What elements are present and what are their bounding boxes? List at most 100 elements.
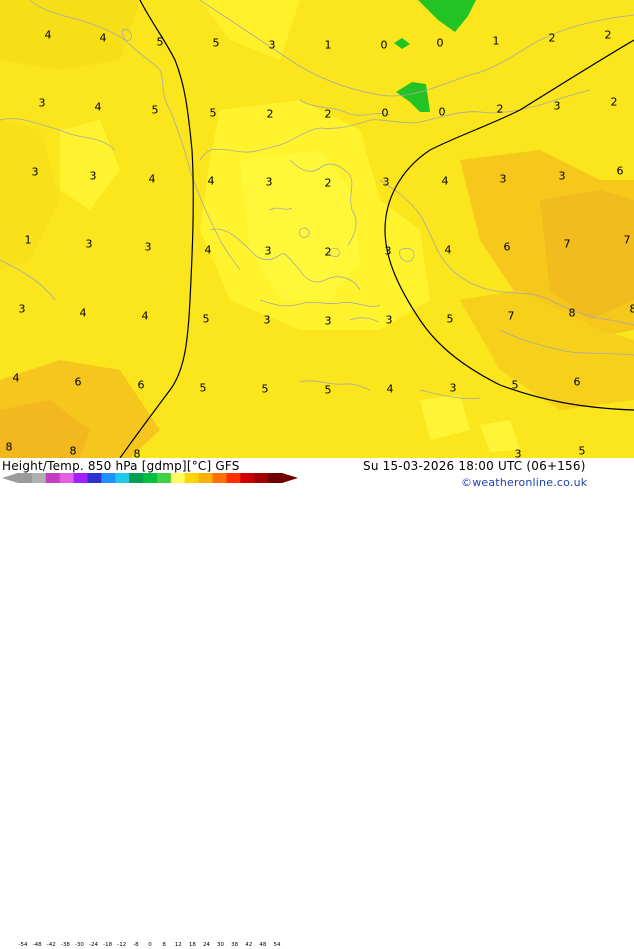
colorbar-tick-label: -54 — [19, 943, 28, 949]
colorbar-segment — [60, 473, 74, 483]
colorbar-segment — [129, 473, 143, 483]
colorbar-segment — [74, 473, 88, 483]
map-value-label: 7 — [564, 239, 571, 250]
map-value-label: 5 — [210, 108, 217, 119]
map-value-label: 8 — [70, 446, 77, 457]
map-value-label: 4 — [80, 308, 87, 319]
colorbar-segment — [199, 473, 213, 483]
map-value-label: 5 — [447, 314, 454, 325]
colorbar-tick-label: 48 — [259, 943, 266, 949]
colorbar-segment — [268, 473, 282, 483]
map-value-label: 6 — [504, 242, 511, 253]
map-value-label: 5 — [152, 105, 159, 116]
colorbar-segment — [171, 473, 185, 483]
map-value-label: 3 — [515, 449, 522, 459]
map-value-label: 2 — [549, 33, 556, 44]
colorbar-segment — [87, 473, 101, 483]
colorbar-tick-label: 0 — [148, 943, 152, 949]
map-value-label: 3 — [559, 171, 566, 182]
map-value-label: 4 — [45, 30, 52, 41]
colorbar-tick-label: -38 — [61, 943, 70, 949]
map-value-label: 3 — [86, 239, 93, 250]
map-value-label: 2 — [325, 178, 332, 189]
map-value-label: 0 — [381, 40, 388, 51]
colorbar-segment — [32, 473, 46, 483]
map-value-label: 5 — [579, 446, 586, 457]
map-value-label: 0 — [437, 38, 444, 49]
map-value-label: 3 — [266, 177, 273, 188]
forecast-datetime: Su 15-03-2026 18:00 UTC (06+156) — [363, 459, 586, 473]
map-value-label: 0 — [382, 108, 389, 119]
map-value-label: 8 — [6, 442, 13, 453]
colorbar-segment — [254, 473, 268, 483]
colorbar-tick-label: 38 — [231, 943, 238, 949]
map-value-label: 8 — [630, 304, 634, 315]
credit-link[interactable]: ©weatheronline.co.uk — [461, 476, 587, 489]
map-value-label: 4 — [205, 245, 212, 256]
map-value-label: 1 — [25, 235, 32, 246]
map-value-label: 4 — [149, 174, 156, 185]
map-value-label: 4 — [387, 384, 394, 395]
map-value-label: 6 — [617, 166, 624, 177]
colorbar-tick-label: 24 — [203, 943, 210, 949]
colorbar-tick-label: 8 — [162, 943, 166, 949]
map-value-label: 5 — [203, 314, 210, 325]
map-value-label: 3 — [325, 316, 332, 327]
colorbar-tick-label: -30 — [75, 943, 84, 949]
colorbar-segment — [240, 473, 254, 483]
map-value-label: 3 — [90, 171, 97, 182]
map-value-label: 5 — [157, 37, 164, 48]
map-value-label: 4 — [142, 311, 149, 322]
map-value-label: 2 — [267, 109, 274, 120]
colorbar-tick-label: -8 — [133, 943, 138, 949]
map-value-label: 7 — [508, 311, 515, 322]
map-value-label: 3 — [269, 40, 276, 51]
map-value-label: 2 — [325, 247, 332, 258]
map-value-label: 3 — [32, 167, 39, 178]
colorbar-segment — [213, 473, 227, 483]
colorbar-segment — [115, 473, 129, 483]
map-value-label: 2 — [605, 30, 612, 41]
map-value-label: 3 — [39, 98, 46, 109]
colorbar-tick-label: -42 — [47, 943, 56, 949]
map-value-label: 5 — [213, 38, 220, 49]
footer: Height/Temp. 850 hPa [gdmp][°C] GFS Su 1… — [0, 458, 634, 490]
colorbar-arrow-left — [2, 473, 18, 483]
map-value-label: 6 — [574, 377, 581, 388]
map-value-label: 1 — [493, 36, 500, 47]
colorbar-segment — [157, 473, 171, 483]
map-value-label: 3 — [19, 304, 26, 315]
colorbar-tick-label: -18 — [103, 943, 112, 949]
map-value-label: 3 — [450, 383, 457, 394]
map-value-label: 4 — [442, 176, 449, 187]
map-value-label: 6 — [138, 380, 145, 391]
map-value-label: 3 — [265, 246, 272, 257]
colorbar-segment — [226, 473, 240, 483]
map-value-label: 2 — [325, 109, 332, 120]
map-value-label: 3 — [145, 242, 152, 253]
colorbar-segment — [143, 473, 157, 483]
map-value-label: 1 — [325, 40, 332, 51]
weather-map: 4 4 5 5 3 1 0 0 1 2 2 3 4 5 5 2 2 0 0 2 3 2 3 3 4 4 3 2 3 4 3 3 6 1 3 3 4 3 2 3… — [0, 0, 634, 458]
map-value-label: 8 — [134, 449, 141, 459]
map-value-label: 4 — [95, 102, 102, 113]
map-value-label: 3 — [386, 315, 393, 326]
map-value-label: 2 — [497, 104, 504, 115]
map-value-label: 0 — [439, 107, 446, 118]
colorbar-segment — [101, 473, 115, 483]
map-value-label: 5 — [325, 385, 332, 396]
map-value-label: 5 — [262, 384, 269, 395]
colorbar-segment — [46, 473, 60, 483]
colorbar — [0, 471, 300, 485]
colorbar-tick-label: -48 — [33, 943, 42, 949]
colorbar-tick-label: 54 — [274, 943, 281, 949]
colorbar-segment — [185, 473, 199, 483]
map-value-label: 6 — [75, 377, 82, 388]
map-value-label: 3 — [385, 246, 392, 257]
map-value-label: 2 — [611, 97, 618, 108]
map-canvas — [0, 0, 634, 458]
map-value-label: 3 — [554, 101, 561, 112]
map-value-label: 3 — [383, 177, 390, 188]
map-value-label: 4 — [208, 176, 215, 187]
colorbar-tick-label: -24 — [89, 943, 98, 949]
